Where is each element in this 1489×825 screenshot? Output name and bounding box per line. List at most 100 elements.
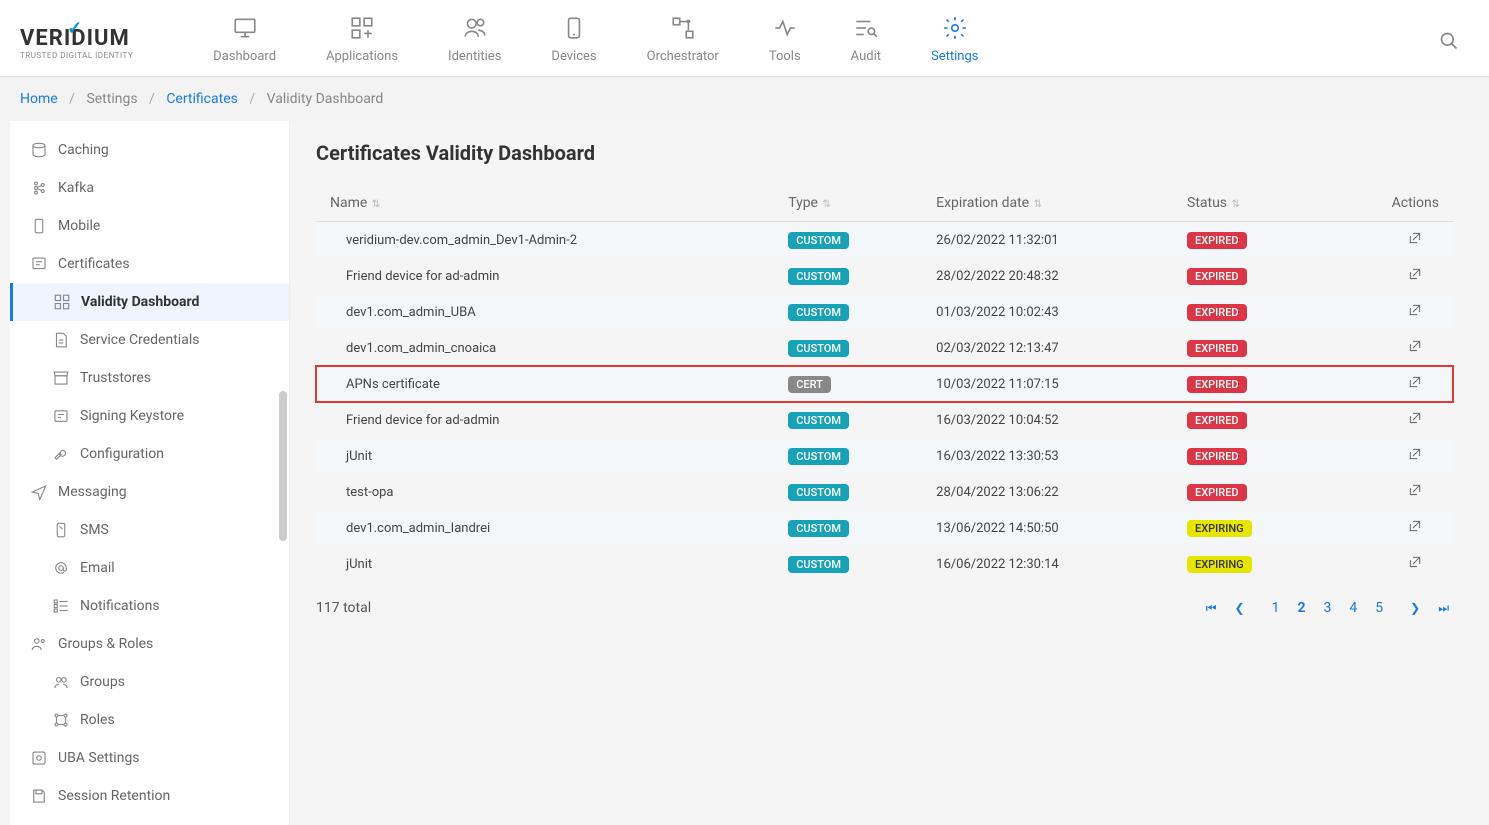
search-icon[interactable] xyxy=(1429,21,1469,65)
cell-expiration: 28/04/2022 13:06:22 xyxy=(922,474,1173,510)
sidebar-item-messaging[interactable]: Messaging xyxy=(10,473,289,511)
pagination: ⏮ ❮ 12345 ❯ ⏭ xyxy=(1202,598,1453,618)
brand-logo[interactable]: VERIDIUM ✓ TRUSTED DIGITAL IDENTITY xyxy=(20,26,133,60)
open-action-icon[interactable] xyxy=(1407,487,1423,502)
nav-identities[interactable]: Identities xyxy=(428,10,521,76)
status-badge: EXPIRING xyxy=(1187,556,1252,573)
cell-status: EXPIRED xyxy=(1173,222,1327,259)
table-row: jUnitCUSTOM16/03/2022 13:30:53EXPIRED xyxy=(316,438,1453,474)
sidebar-item-kafka[interactable]: Kafka xyxy=(10,169,289,207)
breadcrumb-home[interactable]: Home xyxy=(20,91,58,107)
cell-status: EXPIRED xyxy=(1173,474,1327,510)
type-badge: CUSTOM xyxy=(788,412,849,429)
cell-status: EXPIRED xyxy=(1173,366,1327,402)
col-actions: Actions xyxy=(1327,185,1453,222)
settings-icon xyxy=(30,749,48,767)
total-count: 117 total xyxy=(316,600,371,616)
cell-expiration: 16/06/2022 12:30:14 xyxy=(922,546,1173,582)
nav-tools[interactable]: Tools xyxy=(749,10,821,76)
cell-expiration: 16/03/2022 10:04:52 xyxy=(922,402,1173,438)
col-name[interactable]: Name ⇅ xyxy=(316,185,774,222)
sidebar-item-service-credentials[interactable]: Service Credentials xyxy=(10,321,289,359)
table-row: dev1.com_admin_cnoaicaCUSTOM02/03/2022 1… xyxy=(316,330,1453,366)
nav-dashboard[interactable]: Dashboard xyxy=(193,10,296,76)
open-action-icon[interactable] xyxy=(1407,379,1423,394)
wrench-icon xyxy=(52,445,70,463)
sidebar-item-email[interactable]: Email xyxy=(10,549,289,587)
page-prev[interactable]: ❮ xyxy=(1231,599,1249,617)
open-action-icon[interactable] xyxy=(1407,271,1423,286)
open-action-icon[interactable] xyxy=(1407,343,1423,358)
sidebar-item-groups-roles[interactable]: Groups & Roles xyxy=(10,625,289,663)
sidebar-item-signing-keystore[interactable]: Signing Keystore xyxy=(10,397,289,435)
type-badge: CUSTOM xyxy=(788,340,849,357)
nav-settings[interactable]: Settings xyxy=(911,10,998,76)
sidebar-item-truststores[interactable]: Truststores xyxy=(10,359,289,397)
page-first[interactable]: ⏮ xyxy=(1202,599,1221,618)
sidebar-item-configuration[interactable]: Configuration xyxy=(10,435,289,473)
col-expiration[interactable]: Expiration date ⇅ xyxy=(922,185,1173,222)
cell-actions xyxy=(1327,294,1453,330)
open-action-icon[interactable] xyxy=(1407,523,1423,538)
page-number[interactable]: 3 xyxy=(1320,598,1336,618)
table-row: test-opaCUSTOM28/04/2022 13:06:22EXPIRED xyxy=(316,474,1453,510)
page-number[interactable]: 2 xyxy=(1293,598,1309,618)
breadcrumb-settings: Settings xyxy=(86,91,137,107)
page-number[interactable]: 5 xyxy=(1371,598,1387,618)
page-title: Certificates Validity Dashboard xyxy=(316,141,1453,165)
sidebar-item-session-retention[interactable]: Session Retention xyxy=(10,777,289,815)
cell-actions xyxy=(1327,402,1453,438)
cell-expiration: 01/03/2022 10:02:43 xyxy=(922,294,1173,330)
status-badge: EXPIRED xyxy=(1187,232,1247,249)
sidebar-item-caching[interactable]: Caching xyxy=(10,131,289,169)
col-status[interactable]: Status ⇅ xyxy=(1173,185,1327,222)
table-row: Friend device for ad-adminCUSTOM16/03/20… xyxy=(316,402,1453,438)
page-number[interactable]: 1 xyxy=(1268,598,1284,618)
status-badge: EXPIRED xyxy=(1187,448,1247,465)
scrollbar[interactable] xyxy=(279,391,287,541)
cell-type: CUSTOM xyxy=(774,330,922,366)
nav-devices[interactable]: Devices xyxy=(531,10,616,76)
open-action-icon[interactable] xyxy=(1407,415,1423,430)
col-type[interactable]: Type ⇅ xyxy=(774,185,922,222)
key-icon xyxy=(52,407,70,425)
cell-name: test-opa xyxy=(316,474,774,510)
page-last[interactable]: ⏭ xyxy=(1434,599,1453,618)
sidebar-item-sms[interactable]: SMS xyxy=(10,511,289,549)
cell-expiration: 13/06/2022 14:50:50 xyxy=(922,510,1173,546)
sidebar-item-notifications[interactable]: Notifications xyxy=(10,587,289,625)
sort-icon: ⇅ xyxy=(1031,199,1042,210)
at-icon xyxy=(52,559,70,577)
open-action-icon[interactable] xyxy=(1407,559,1423,574)
cell-type: CUSTOM xyxy=(774,258,922,294)
breadcrumb-certificates[interactable]: Certificates xyxy=(166,91,238,107)
list-search-icon xyxy=(852,15,880,41)
sidebar-item-uba-settings[interactable]: UBA Settings xyxy=(10,739,289,777)
open-action-icon[interactable] xyxy=(1407,235,1423,250)
sidebar-item-mobile[interactable]: Mobile xyxy=(10,207,289,245)
sidebar-item-groups[interactable]: Groups xyxy=(10,663,289,701)
nav-applications[interactable]: Applications xyxy=(306,10,418,76)
open-action-icon[interactable] xyxy=(1407,307,1423,322)
nav-orchestrator[interactable]: Orchestrator xyxy=(627,10,739,76)
sidebar-item-certificates[interactable]: Certificates xyxy=(10,245,289,283)
nav-audit[interactable]: Audit xyxy=(831,10,901,76)
cell-type: CERT xyxy=(774,366,922,402)
page-next[interactable]: ❯ xyxy=(1406,599,1424,617)
page-number[interactable]: 4 xyxy=(1345,598,1361,618)
table-row: Friend device for ad-adminCUSTOM28/02/20… xyxy=(316,258,1453,294)
status-badge: EXPIRED xyxy=(1187,376,1247,393)
check-icon: ✓ xyxy=(67,18,83,39)
status-badge: EXPIRED xyxy=(1187,304,1247,321)
cell-actions xyxy=(1327,510,1453,546)
cell-type: CUSTOM xyxy=(774,510,922,546)
sidebar-item-validity-dashboard[interactable]: Validity Dashboard xyxy=(10,283,289,321)
cell-actions xyxy=(1327,366,1453,402)
sidebar-item-roles[interactable]: Roles xyxy=(10,701,289,739)
open-action-icon[interactable] xyxy=(1407,451,1423,466)
cell-status: EXPIRED xyxy=(1173,438,1327,474)
gear-icon xyxy=(941,15,969,41)
certificate-icon xyxy=(30,255,48,273)
cell-name: jUnit xyxy=(316,546,774,582)
type-badge: CUSTOM xyxy=(788,520,849,537)
